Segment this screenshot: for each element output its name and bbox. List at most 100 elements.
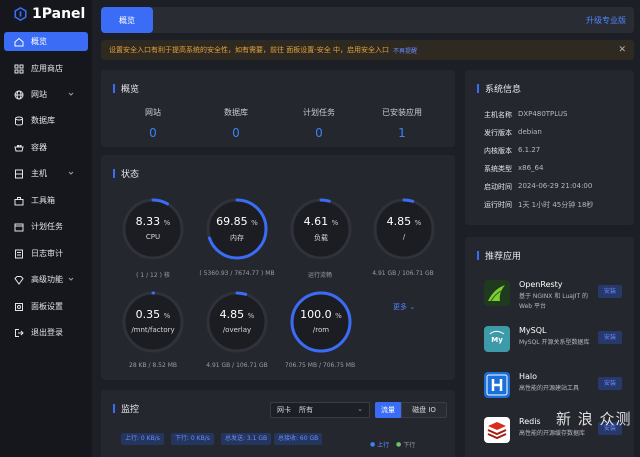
gauge-value: 69.85 % xyxy=(216,215,258,228)
legend-upload: ● 上行 xyxy=(370,441,390,449)
install-button[interactable]: 安装 xyxy=(598,285,622,298)
gauge-value: 100.0 % xyxy=(300,308,342,321)
status-gauge: 8.33 % CPU xyxy=(120,196,186,262)
gauge-track xyxy=(290,198,352,260)
sidebar-item-logs[interactable]: 日志审计 xyxy=(4,244,88,263)
nic-select-label: 网卡 xyxy=(277,406,291,414)
sidebar-item-toolbox[interactable]: 工具箱 xyxy=(4,191,88,210)
overview-label: 数据库 xyxy=(224,108,248,117)
sidebar-item-app-store[interactable]: 应用商店 xyxy=(4,59,88,78)
logo-icon xyxy=(14,7,27,21)
gauge-label: /overlay xyxy=(222,326,252,334)
sidebar-item-label: 数据库 xyxy=(31,116,55,125)
status-gauge: 4.61 % 负载 xyxy=(288,196,354,262)
gauge-track xyxy=(122,291,184,353)
svg-text:My: My xyxy=(491,336,503,344)
app-openresty: OpenResty 基于 NGINX 和 LuaJIT 的 Web 平台 安装 xyxy=(484,280,624,314)
gauge-track xyxy=(122,198,184,260)
sidebar-item-cron[interactable]: 计划任务 xyxy=(4,217,88,236)
disk-io-button[interactable]: 磁盘 IO xyxy=(401,402,447,418)
sysinfo-row-distro: 发行版本 debian xyxy=(484,128,542,137)
sidebar-item-label: 容器 xyxy=(31,143,47,152)
dismiss-forever-link[interactable]: 不再提醒 xyxy=(393,46,417,55)
total-received-tag: 总接收: 60 GB xyxy=(274,433,323,445)
gauge-value: 8.33 % xyxy=(135,215,171,228)
overview-websites[interactable]: 网站 0 xyxy=(113,107,193,140)
sidebar-item-label: 网站 xyxy=(31,90,47,99)
upgrade-pro-link[interactable]: 升级专业版 xyxy=(586,15,626,26)
openresty-icon xyxy=(484,280,510,306)
app-desc: 基于 NGINX 和 LuaJIT 的 Web 平台 xyxy=(519,293,589,310)
sidebar-item-label: 概览 xyxy=(31,37,47,46)
sysinfo-row-hostname: 主机名称 DXP480TPLUS xyxy=(484,110,568,119)
overview-label: 已安装应用 xyxy=(382,108,422,117)
grid-icon xyxy=(14,64,24,73)
overview-value: 0 xyxy=(149,126,157,140)
sidebar-item-websites[interactable]: 网站 xyxy=(4,85,88,104)
app-halo: Halo 高性能的开源建站工具 安装 xyxy=(484,372,624,406)
overview-databases[interactable]: 数据库 0 xyxy=(196,107,276,140)
sidebar-item-settings[interactable]: 面板设置 xyxy=(4,297,88,316)
app-name: MySQL xyxy=(519,326,547,335)
security-entrance-alert: 设置安全入口有利于提高系统的安全性，如有需要，前往 面板设置-安全 中，启用安全… xyxy=(101,40,634,60)
sysinfo-row-kernel: 内核版本 6.1.27 xyxy=(484,146,541,155)
nic-select[interactable]: 网卡 所有 ⌄ xyxy=(270,402,370,418)
install-button[interactable]: 安装 xyxy=(598,377,622,390)
watermark: 新 浪 众测 xyxy=(556,410,632,428)
app-desc: 高性能的开源建站工具 xyxy=(519,385,580,392)
top-tab-bar: 概览 升级专业版 xyxy=(101,7,634,33)
sidebar-item-overview[interactable]: 概览 xyxy=(4,32,88,51)
gauge-label: /mnt/factory xyxy=(131,326,175,334)
app-name: Redis xyxy=(519,417,541,426)
overview-cron[interactable]: 计划任务 0 xyxy=(279,107,359,140)
sidebar-item-label: 应用商店 xyxy=(31,64,63,73)
upload-rate-tag: 上行: 0 KB/s xyxy=(121,433,164,445)
app-name: Halo xyxy=(519,372,538,381)
chevron-down-icon xyxy=(68,92,74,96)
sidebar-item-label: 计划任务 xyxy=(31,222,63,231)
status-gauge: 4.85 % /overlay xyxy=(204,289,270,355)
overview-title: 概览 xyxy=(113,82,139,95)
more-link[interactable]: 更多 ⌄ xyxy=(393,302,415,312)
overview-installed-apps[interactable]: 已安装应用 1 xyxy=(362,107,442,140)
gauge-track xyxy=(206,291,268,353)
sidebar-item-host[interactable]: 主机 xyxy=(4,164,88,183)
overview-label: 网站 xyxy=(145,108,161,117)
gauge-label: / xyxy=(402,233,406,241)
monitor-title: 监控 xyxy=(113,402,139,415)
host-icon xyxy=(15,169,23,178)
logo-text: 1Panel xyxy=(32,6,86,22)
overview-label: 计划任务 xyxy=(303,108,335,117)
gauge-label: 内存 xyxy=(230,234,244,242)
sidebar-item-label: 主机 xyxy=(31,169,47,178)
sidebar-item-advanced[interactable]: 高级功能 xyxy=(4,270,88,289)
sidebar-item-logout[interactable]: 退出登录 xyxy=(4,323,88,342)
overview-value: 1 xyxy=(398,126,406,140)
logo[interactable]: 1Panel xyxy=(14,6,85,22)
close-icon[interactable]: ✕ xyxy=(618,45,626,55)
sysinfo-row-uptime: 运行时间 1天 1小时 45分钟 18秒 xyxy=(484,201,594,209)
sidebar-item-label: 工具箱 xyxy=(31,196,55,205)
tab-overview[interactable]: 概览 xyxy=(101,7,153,33)
overview-card: 概览 网站 0 数据库 0 计划任务 0 已安装应用 1 xyxy=(101,70,455,147)
sidebar-item-containers[interactable]: 容器 xyxy=(4,138,88,157)
recommended-apps-title: 推荐应用 xyxy=(477,249,521,262)
container-icon xyxy=(14,144,24,151)
globe-icon xyxy=(14,90,24,99)
chevron-down-icon xyxy=(68,171,74,175)
download-rate-tag: 下行: 0 KB/s xyxy=(171,433,214,445)
sidebar-item-label: 高级功能 xyxy=(31,275,63,284)
gauge-detail: 4.91 GB / 106.71 GB xyxy=(372,270,434,277)
gauge-detail: 706.75 MB / 706.75 MB xyxy=(284,362,356,369)
system-info-card: 系统信息 主机名称 DXP480TPLUS 发行版本 debian 内核版本 6.1.… xyxy=(465,70,634,225)
log-icon xyxy=(15,249,23,258)
calendar-icon xyxy=(14,223,24,231)
sidebar-item-label: 退出登录 xyxy=(31,328,63,337)
system-info-title: 系统信息 xyxy=(477,82,521,95)
install-button[interactable]: 安装 xyxy=(598,331,622,344)
nic-select-value: 所有 xyxy=(299,406,313,414)
gauge-label: /rom xyxy=(312,326,330,334)
app-name: OpenResty xyxy=(519,280,563,289)
sidebar-item-databases[interactable]: 数据库 xyxy=(4,111,88,130)
traffic-button[interactable]: 流量 xyxy=(375,402,401,418)
